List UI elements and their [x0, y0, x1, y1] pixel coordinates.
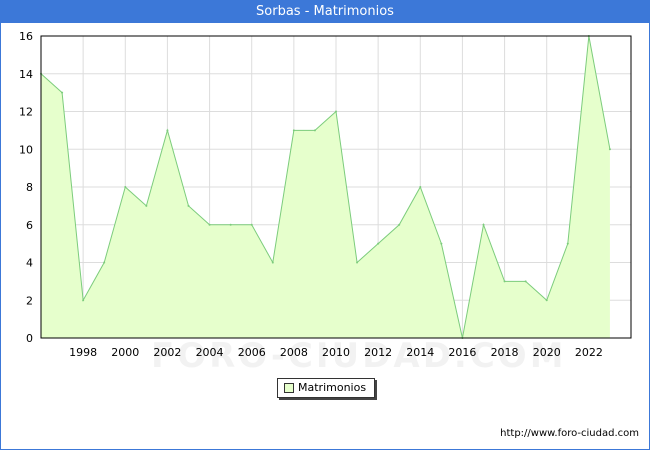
x-tick-label-2016: 2016 [448, 346, 476, 359]
y-tick-label-12: 12 [19, 106, 33, 119]
data-point-2009 [313, 129, 316, 132]
y-tick-label-10: 10 [19, 143, 33, 156]
y-tick-label-6: 6 [26, 219, 33, 232]
data-point-2007 [271, 261, 274, 264]
data-point-2018 [503, 280, 506, 283]
data-point-2011 [356, 261, 359, 264]
x-tick-label-2002: 2002 [153, 346, 181, 359]
source-url[interactable]: http://www.foro-ciudad.com [500, 428, 639, 439]
data-point-2001 [145, 204, 148, 207]
x-tick-label-2000: 2000 [111, 346, 139, 359]
data-point-2015 [440, 242, 443, 245]
data-point-2012 [377, 242, 380, 245]
y-tick-label-4: 4 [26, 257, 33, 270]
data-point-2005 [229, 223, 232, 226]
data-point-2023 [608, 148, 611, 151]
x-tick-label-2014: 2014 [406, 346, 434, 359]
x-tick-label-2004: 2004 [196, 346, 224, 359]
data-point-2000 [124, 186, 127, 188]
x-tick-label-1998: 1998 [69, 346, 97, 359]
data-point-2017 [482, 223, 485, 226]
data-point-1998 [82, 299, 85, 302]
data-point-2013 [398, 223, 401, 226]
legend: Matrimonios [277, 378, 375, 398]
x-tick-label-2008: 2008 [280, 346, 308, 359]
data-point-1999 [103, 261, 106, 264]
data-point-2021 [566, 242, 569, 245]
data-point-2002 [166, 129, 169, 132]
legend-swatch [284, 383, 294, 393]
data-point-2019 [524, 280, 527, 283]
x-tick-label-2012: 2012 [364, 346, 392, 359]
data-point-2006 [250, 223, 253, 226]
y-tick-label-14: 14 [19, 68, 33, 81]
legend-label-matrimonios: Matrimonios [298, 381, 367, 394]
x-tick-label-2006: 2006 [238, 346, 266, 359]
y-tick-label-16: 16 [19, 30, 33, 43]
y-tick-label-2: 2 [26, 294, 33, 307]
x-tick-label-2022: 2022 [575, 346, 603, 359]
x-tick-label-2020: 2020 [533, 346, 561, 359]
x-tick-label-2018: 2018 [491, 346, 519, 359]
data-point-1997 [61, 91, 64, 94]
x-tick-label-2010: 2010 [322, 346, 350, 359]
y-tick-label-0: 0 [26, 332, 33, 345]
data-point-2014 [419, 186, 422, 188]
data-point-2020 [545, 299, 548, 302]
chart-frame: Sorbas - Matrimonios FORO-CIUDAD.COM 024… [0, 0, 650, 450]
data-point-2010 [335, 110, 337, 113]
data-point-2003 [187, 204, 190, 207]
data-point-2008 [292, 129, 295, 132]
data-point-2004 [208, 223, 211, 226]
y-tick-label-8: 8 [26, 181, 33, 194]
